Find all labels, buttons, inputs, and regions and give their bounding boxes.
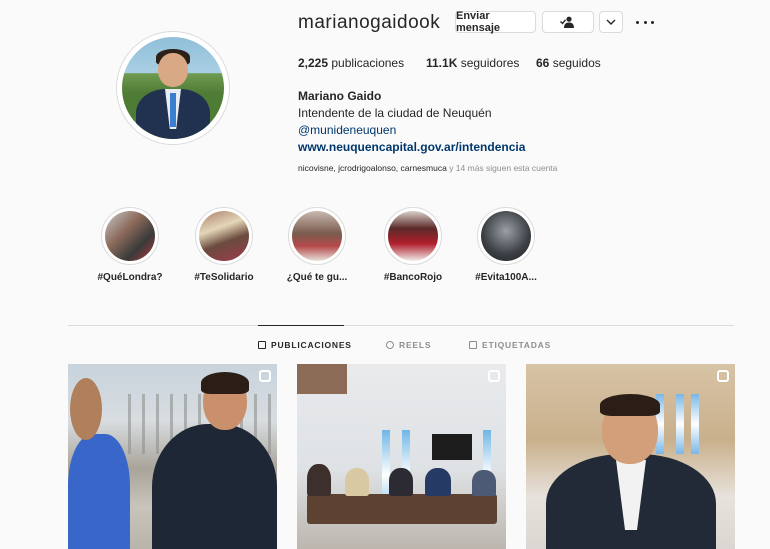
chevron-down-icon — [606, 19, 616, 25]
grid-icon — [258, 341, 266, 349]
following-label: seguidos — [552, 56, 601, 70]
following-stat[interactable]: 66 seguidos — [536, 56, 601, 70]
tab-reels[interactable]: REELS — [386, 340, 431, 350]
tab-label: ETIQUETADAS — [482, 340, 552, 350]
highlight-evita100a[interactable]: #Evita100A... — [466, 207, 546, 283]
post-thumbnail[interactable] — [526, 364, 735, 549]
posts-label: publicaciones — [331, 56, 405, 70]
reel-icon — [717, 370, 729, 382]
tab-label: REELS — [399, 340, 432, 350]
highlight-image — [481, 211, 531, 261]
following-button[interactable] — [542, 11, 594, 33]
highlight-label: #TeSolidario — [194, 272, 254, 283]
profile-username: marianogaidook — [298, 12, 441, 33]
suggested-accounts-button[interactable] — [599, 11, 623, 33]
tab-etiquetadas[interactable]: ETIQUETADAS — [469, 340, 551, 350]
followed-by-text[interactable]: nicovisne, jcrodrigoalonso, carnesmuca y… — [298, 163, 557, 173]
highlight-tesolidario[interactable]: #TeSolidario — [184, 207, 264, 283]
bio-handle-link[interactable]: @munideneuquen — [298, 122, 525, 139]
highlight-label: #BancoRojo — [383, 272, 443, 283]
profile-avatar[interactable] — [116, 31, 230, 145]
tag-icon — [469, 341, 477, 349]
followers-label: seguidores — [460, 56, 520, 70]
more-dots-icon[interactable] — [636, 13, 654, 31]
avatar-image — [122, 37, 224, 139]
reel-icon — [488, 370, 500, 382]
tab-label: PUBLICACIONES — [271, 340, 352, 350]
tab-publicaciones[interactable]: PUBLICACIONES — [258, 340, 352, 350]
tabs-divider — [68, 325, 734, 326]
highlight-label: #Evita100A... — [475, 272, 537, 283]
followed-by-suffix: y 14 más siguen esta cuenta — [446, 163, 558, 173]
post-thumbnail[interactable] — [297, 364, 506, 549]
person-check-icon — [560, 16, 574, 28]
highlight-quelondra[interactable]: #QuéLondra? — [90, 207, 170, 283]
profile-full-name: Mariano Gaido — [298, 89, 382, 103]
reel-icon — [259, 370, 271, 382]
highlight-image — [388, 211, 438, 261]
highlight-que-te-gusta[interactable]: ¿Qué te gu... — [277, 207, 357, 283]
post-thumbnail[interactable] — [68, 364, 277, 549]
posts-stat: 2,225 publicaciones — [298, 56, 404, 70]
followed-by-names: nicovisne, jcrodrigoalonso, carnesmuca — [298, 163, 447, 173]
highlight-image — [199, 211, 249, 261]
following-count: 66 — [536, 56, 550, 70]
active-tab-indicator — [258, 325, 344, 326]
profile-bio: Mariano Gaido Intendente de la ciudad de… — [298, 88, 525, 156]
highlight-label: ¿Qué te gu... — [286, 272, 348, 283]
bio-website-link[interactable]: www.neuquencapital.gov.ar/intendencia — [298, 139, 525, 156]
highlight-label: #QuéLondra? — [97, 272, 163, 283]
posts-count: 2,225 — [298, 56, 329, 70]
highlight-image — [292, 211, 342, 261]
followers-stat[interactable]: 11.1K seguidores — [426, 56, 519, 70]
highlight-bancorojo[interactable]: #BancoRojo — [373, 207, 453, 283]
send-message-button[interactable]: Enviar mensaje — [455, 10, 536, 34]
reels-icon — [386, 341, 394, 349]
profile-description: Intendente de la ciudad de Neuquén — [298, 106, 492, 120]
highlight-image — [105, 211, 155, 261]
followers-count: 11.1K — [426, 56, 458, 70]
